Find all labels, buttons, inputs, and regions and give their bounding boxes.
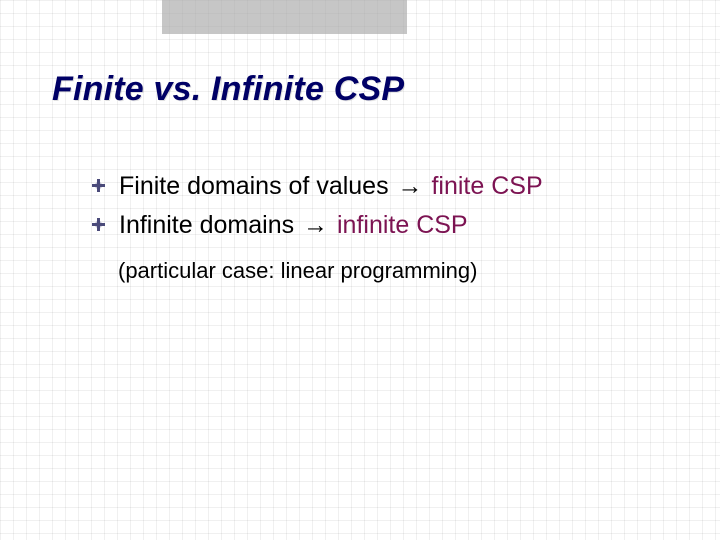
bullet-suffix: infinite CSP	[330, 211, 468, 239]
bullet-item: Infinite domains → infinite CSP	[92, 209, 660, 242]
slide: Finite vs. Infinite CSP Finite domains o…	[0, 0, 720, 540]
bullet-suffix: finite CSP	[425, 172, 543, 200]
arrow-icon: →	[301, 211, 330, 239]
slide-title: Finite vs. Infinite CSP	[52, 70, 404, 109]
bullet-item: Finite domains of values → finite CSP	[92, 170, 660, 203]
bullet-prefix: Finite domains of values	[119, 172, 396, 200]
sub-note-text: (particular case: linear programming)	[118, 258, 477, 284]
header-decoration-bar	[162, 0, 407, 34]
diamond-plus-icon	[92, 179, 105, 192]
diamond-plus-icon	[92, 218, 105, 231]
bullet-list: Finite domains of values → finite CSP In…	[92, 170, 660, 247]
bullet-prefix: Infinite domains	[119, 211, 301, 239]
arrow-icon: →	[396, 172, 425, 200]
bullet-text: Infinite domains → infinite CSP	[119, 209, 468, 242]
bullet-text: Finite domains of values → finite CSP	[119, 170, 543, 203]
